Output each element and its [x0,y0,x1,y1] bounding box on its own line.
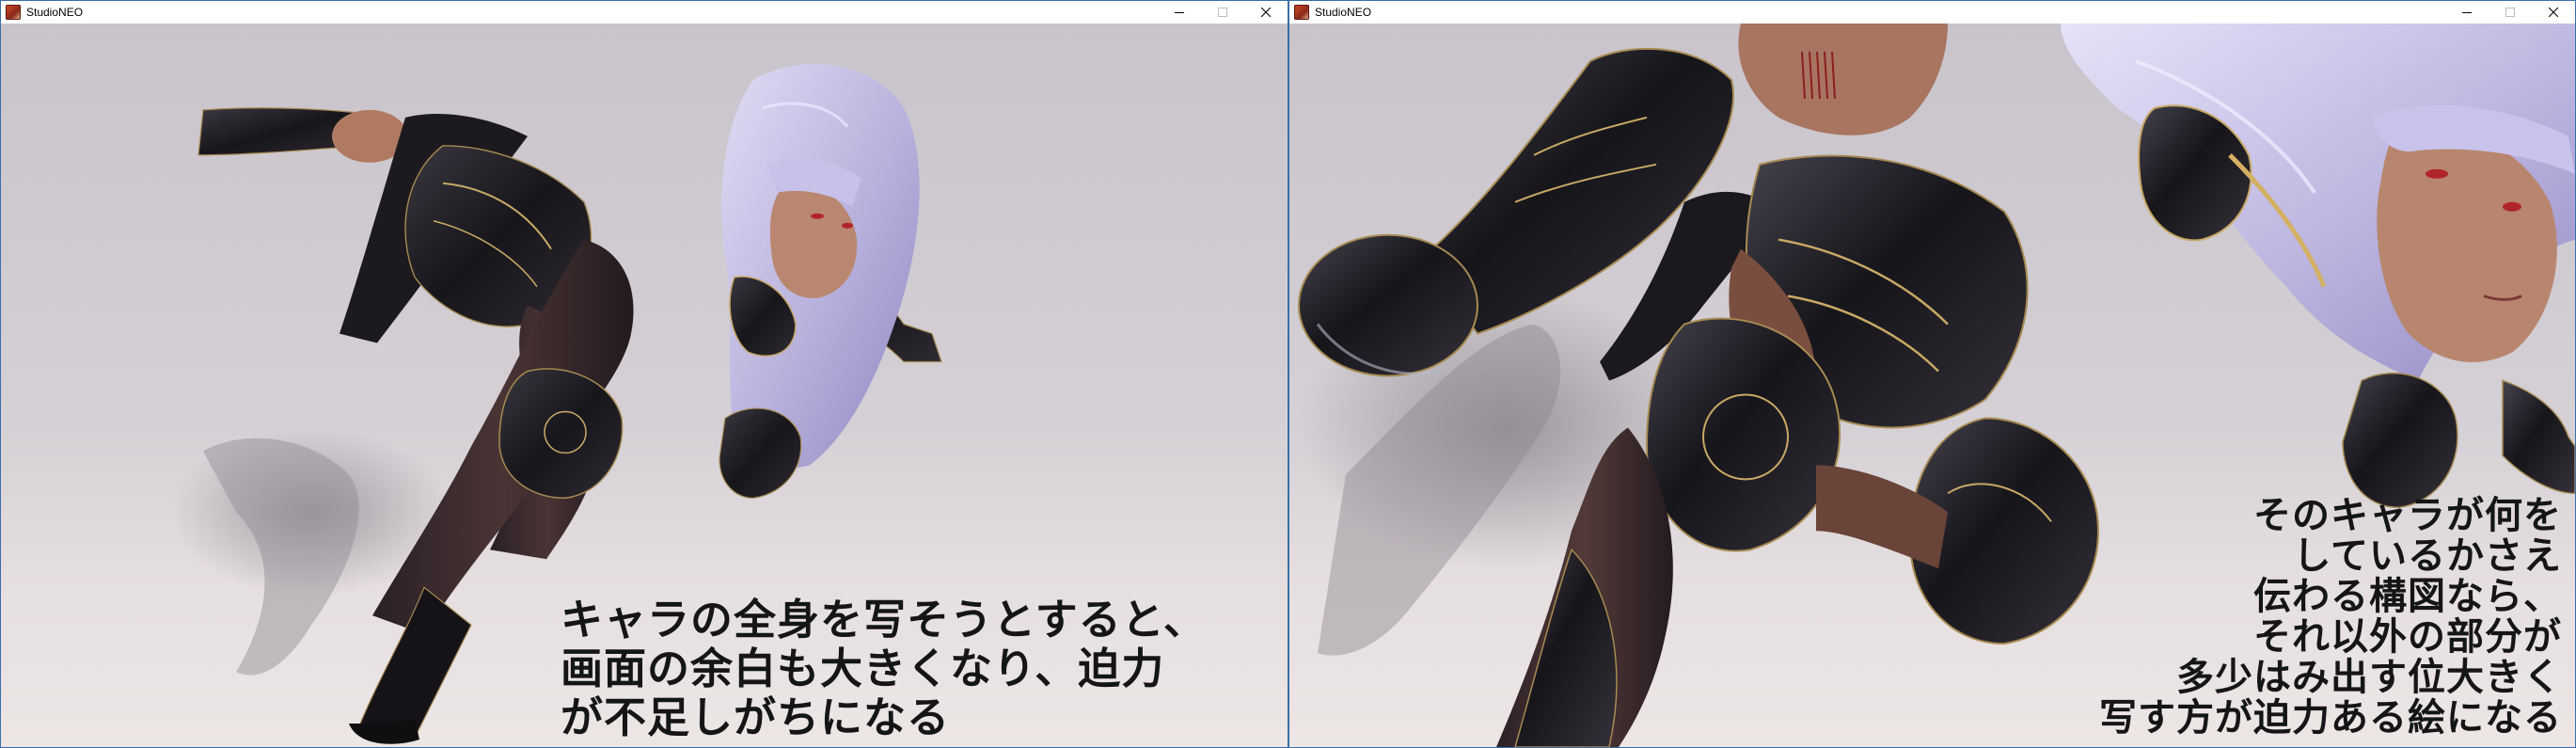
window-controls [2445,1,2575,24]
close-button[interactable] [2532,1,2575,24]
render-viewport[interactable]: キャラの全身を写そうとすると、 画面の余白も大きくなり、迫力 が不足しがちになる [1,24,1288,747]
maximize-button[interactable] [1201,1,1244,24]
maximize-icon [2505,8,2515,17]
minimize-button[interactable] [1158,1,1201,24]
render-viewport[interactable]: そのキャラが何を しているかさえ 伝わる構図なら、 それ以外の部分が 多少はみ出… [1289,24,2575,747]
minimize-icon [2462,12,2472,13]
minimize-button[interactable] [2445,1,2489,24]
window-title: StudioNEO [26,6,84,19]
studioneo-app-icon[interactable] [6,5,21,20]
window-title: StudioNEO [1315,6,1372,19]
studioneo-app-icon[interactable] [1294,5,1309,20]
title-bar[interactable]: StudioNEO [1,1,1288,24]
close-icon [2549,8,2558,17]
desktop: StudioNEO キャラの全身を写そうとすると、 画面の余白も大きくなり、迫力… [0,0,2576,748]
title-bar[interactable]: StudioNEO [1289,1,2575,24]
caption-text: キャラの全身を写そうとすると、 画面の余白も大きくなり、迫力 が不足しがちになる [561,595,1207,742]
window-controls [1158,1,1288,24]
close-icon [1261,8,1271,17]
maximize-icon [1218,8,1227,17]
studioneo-window-left[interactable]: StudioNEO キャラの全身を写そうとすると、 画面の余白も大きくなり、迫力… [0,0,1288,748]
close-button[interactable] [1244,1,1288,24]
maximize-button[interactable] [2489,1,2532,24]
minimize-icon [1175,12,1184,13]
studioneo-window-right[interactable]: StudioNEO そのキャラが何を しているかさえ 伝わる構図なら、 それ以外… [1288,0,2576,748]
caption-text: そのキャラが何を しているかさえ 伝わる構図なら、 それ以外の部分が 多少はみ出… [2099,494,2562,740]
